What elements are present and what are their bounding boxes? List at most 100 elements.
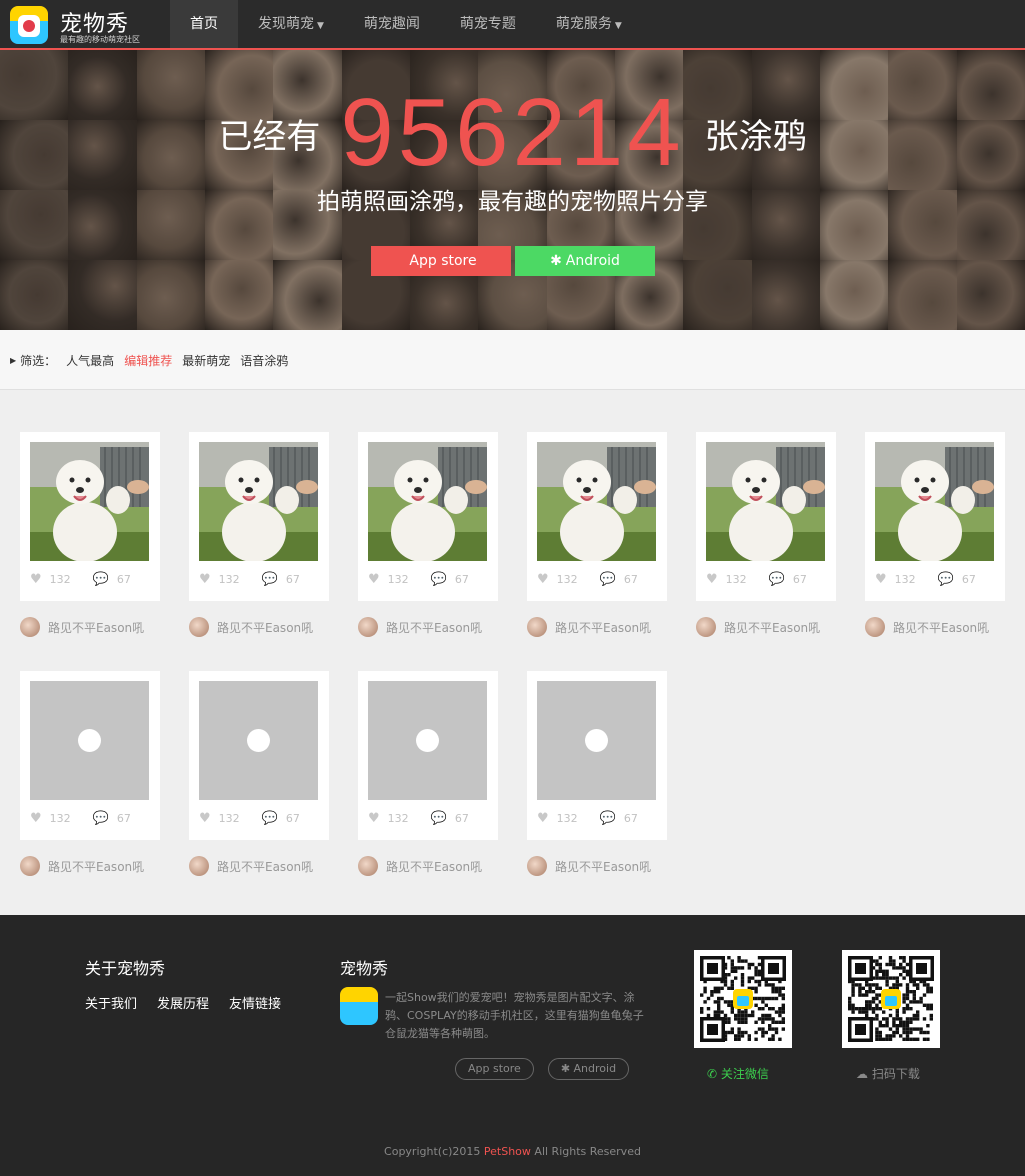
card-thumbnail[interactable] (199, 681, 318, 800)
card-author[interactable]: 路见不平Eason吼 (527, 856, 727, 876)
comment-icon[interactable]: 💬 (600, 572, 616, 587)
pet-card[interactable]: ♥ 132 💬 67 路见不平Eason吼 (20, 671, 160, 876)
comment-icon[interactable]: 💬 (93, 572, 109, 587)
card-thumbnail[interactable] (537, 681, 656, 800)
avatar (189, 856, 209, 876)
android-button[interactable]: ✱ Android (515, 246, 655, 276)
android-label: Android (565, 253, 620, 269)
nav-item-label: 发现萌宠 (258, 16, 314, 32)
card-thumbnail[interactable] (30, 681, 149, 800)
card-box: ♥ 132 💬 67 (358, 671, 498, 840)
filter-option-voice[interactable]: 语音涂鸦 (240, 352, 288, 369)
pet-photo (875, 442, 994, 561)
heart-icon[interactable]: ♥ (30, 572, 42, 587)
comment-icon[interactable]: 💬 (431, 811, 447, 826)
card-stats: ♥ 132 💬 67 (368, 572, 491, 587)
comment-icon[interactable]: 💬 (431, 572, 447, 587)
hero-count: 956214 (340, 79, 685, 186)
card-thumbnail[interactable] (30, 442, 149, 561)
filter-label: 筛选： (20, 354, 57, 368)
card-stats: ♥ 132 💬 67 (30, 811, 153, 826)
pet-card[interactable]: ♥ 132 💬 67 路见不平Eason吼 (358, 671, 498, 876)
comment-count: 67 (961, 573, 976, 586)
nav-item-label: 萌宠专题 (459, 16, 516, 32)
heart-icon[interactable]: ♥ (706, 572, 718, 587)
footer-app-store-label: App store (468, 1062, 521, 1075)
nav-item-services[interactable]: 萌宠服务 ▼ (536, 0, 642, 48)
comment-icon[interactable]: 💬 (600, 811, 616, 826)
copyright-brand[interactable]: PetShow (484, 1145, 531, 1158)
card-thumbnail[interactable] (875, 442, 994, 561)
author-name: 路见不平Eason吼 (386, 620, 483, 635)
pet-card[interactable]: ♥ 132 💬 67 路见不平Eason吼 (189, 432, 329, 637)
filter-option-popular[interactable]: 人气最高 (66, 352, 114, 369)
app-store-button[interactable]: App store (371, 246, 511, 276)
footer-app-description: 一起Show我们的爱宠吧！宠物秀是图片配文字、涂鸦、COSPLAY的移动手机社区… (385, 991, 644, 1040)
card-thumbnail[interactable] (368, 681, 487, 800)
heart-icon[interactable]: ♥ (875, 572, 887, 587)
author-name: 路见不平Eason吼 (724, 620, 821, 635)
pet-card[interactable]: ♥ 132 💬 67 路见不平Eason吼 (527, 432, 667, 637)
comment-icon[interactable]: 💬 (262, 572, 278, 587)
footer-link-friends[interactable]: 友情链接 (229, 993, 281, 1012)
comment-icon[interactable]: 💬 (93, 811, 109, 826)
pet-card[interactable]: ♥ 132 💬 67 路见不平Eason吼 (358, 432, 498, 637)
card-thumbnail[interactable] (368, 442, 487, 561)
footer-android-button[interactable]: ✱ Android (547, 1058, 630, 1080)
wechat-follow-link[interactable]: ✆ 关注微信 (707, 1065, 769, 1082)
site-logo[interactable]: 宠物秀 最有趣的移动萌宠社区 (10, 6, 140, 46)
loading-dot-icon (247, 729, 270, 752)
footer-link-history[interactable]: 发展历程 (157, 993, 209, 1012)
avatar (865, 617, 885, 637)
heart-icon[interactable]: ♥ (368, 572, 380, 587)
heart-icon[interactable]: ♥ (199, 811, 211, 826)
avatar (358, 856, 378, 876)
footer-link-about[interactable]: 关于我们 (85, 993, 137, 1012)
card-stats: ♥ 132 💬 67 (875, 572, 998, 587)
card-thumbnail[interactable] (706, 442, 825, 561)
nav-item-news[interactable]: 萌宠趣闻 (344, 0, 440, 48)
comment-icon[interactable]: 💬 (769, 572, 785, 587)
dog-photo (30, 442, 149, 561)
comment-count: 67 (454, 573, 469, 586)
wechat-icon: ✆ (707, 1067, 718, 1081)
like-count: 132 (387, 573, 409, 586)
heart-icon[interactable]: ♥ (537, 811, 549, 826)
nav-item-home[interactable]: 首页 (170, 0, 238, 48)
heart-icon[interactable]: ♥ (537, 572, 549, 587)
pet-card[interactable]: ♥ 132 💬 67 路见不平Eason吼 (189, 671, 329, 876)
comment-icon[interactable]: 💬 (262, 811, 278, 826)
comment-count: 67 (623, 573, 638, 586)
card-author[interactable]: 路见不平Eason吼 (865, 617, 1025, 637)
filter-option-editor-pick[interactable]: 编辑推荐 (124, 352, 172, 369)
comment-count: 67 (623, 812, 638, 825)
filter-bar: ▶ 筛选： 人气最高 编辑推荐 最新萌宠 语音涂鸦 (0, 330, 1025, 390)
card-box: ♥ 132 💬 67 (189, 432, 329, 601)
wechat-qr-code (694, 950, 792, 1048)
main-menu: 首页 发现萌宠 ▼ 萌宠趣闻 萌宠专题 萌宠服务 ▼ (170, 0, 642, 48)
author-name: 路见不平Eason吼 (48, 620, 145, 635)
hero-text: 已经有 956214 张涂鸦 拍萌照画涂鸦，最有趣的宠物照片分享 (0, 78, 1025, 216)
card-thumbnail[interactable] (537, 442, 656, 561)
comment-count: 67 (792, 573, 807, 586)
nav-item-discover[interactable]: 发现萌宠 ▼ (238, 0, 344, 48)
heart-icon[interactable]: ♥ (199, 572, 211, 587)
dog-photo (199, 442, 318, 561)
author-name: 路见不平Eason吼 (217, 859, 314, 874)
pet-card[interactable]: ♥ 132 💬 67 路见不平Eason吼 (865, 432, 1005, 637)
footer-app-store-button[interactable]: App store (455, 1058, 534, 1080)
card-stats: ♥ 132 💬 67 (537, 811, 660, 826)
scan-download-link[interactable]: ☁ 扫码下载 (856, 1065, 920, 1082)
card-thumbnail[interactable] (199, 442, 318, 561)
pet-photo (199, 442, 318, 561)
nav-item-label: 萌宠趣闻 (363, 16, 420, 32)
comment-icon[interactable]: 💬 (938, 572, 954, 587)
nav-item-topics[interactable]: 萌宠专题 (440, 0, 536, 48)
filter-option-newest[interactable]: 最新萌宠 (182, 352, 230, 369)
like-count: 132 (894, 573, 916, 586)
heart-icon[interactable]: ♥ (368, 811, 380, 826)
pet-card[interactable]: ♥ 132 💬 67 路见不平Eason吼 (527, 671, 667, 876)
pet-card[interactable]: ♥ 132 💬 67 路见不平Eason吼 (696, 432, 836, 637)
pet-card[interactable]: ♥ 132 💬 67 路见不平Eason吼 (20, 432, 160, 637)
heart-icon[interactable]: ♥ (30, 811, 42, 826)
